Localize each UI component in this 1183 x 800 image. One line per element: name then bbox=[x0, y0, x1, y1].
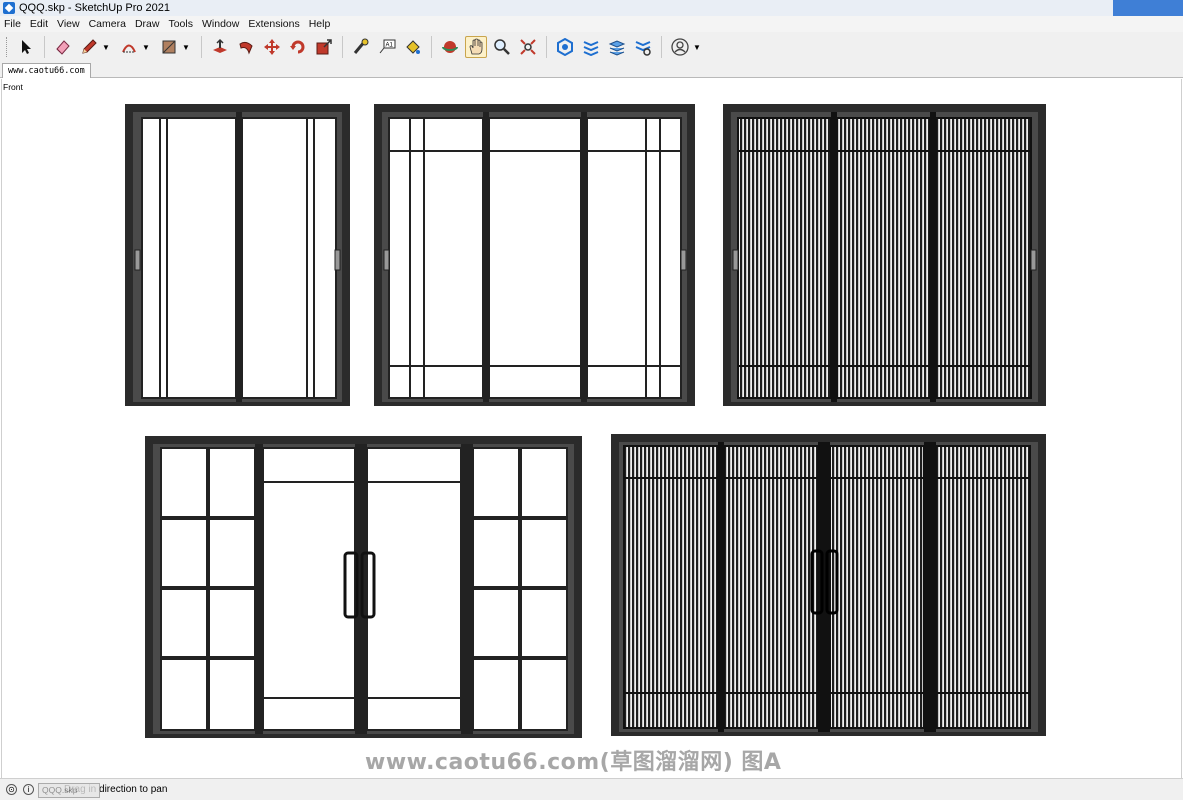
door-model-two-panel bbox=[125, 104, 350, 406]
door-model-french-grid bbox=[145, 436, 582, 738]
door-model-slatted-three-panel bbox=[723, 104, 1046, 406]
door-model-slatted-double bbox=[611, 434, 1046, 736]
geo-location-icon[interactable]: ⊙ bbox=[6, 784, 17, 795]
model-drawing bbox=[125, 104, 1046, 738]
info-icon[interactable]: i bbox=[23, 784, 34, 795]
watermark-text: www.caotu66.com(草图溜溜网) 图A bbox=[365, 750, 782, 775]
status-bar: ⊙ i Drag in direction to pan bbox=[0, 778, 1183, 800]
door-model-three-panel bbox=[374, 104, 695, 406]
taskbar-chip: QQQ.skp bbox=[38, 783, 100, 798]
